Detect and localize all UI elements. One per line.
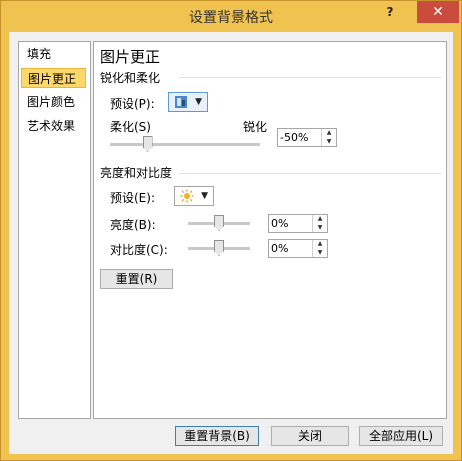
- sharpen-value-input[interactable]: [280, 130, 320, 145]
- nav-item-picture-color[interactable]: 图片颜色: [21, 92, 86, 112]
- close-button[interactable]: 关闭: [271, 426, 349, 446]
- format-background-dialog: 设置背景格式 ? ✕ 填充 图片更正 图片颜色 艺术效果 图片更正 锐化和柔化 …: [0, 0, 462, 461]
- brightness-label: 亮度(B):: [110, 218, 156, 232]
- brightness-value-spinner[interactable]: ▲ ▼: [268, 214, 328, 233]
- chevron-down-icon: ▼: [195, 97, 202, 107]
- sharpen-slider-track[interactable]: [110, 143, 260, 146]
- spinner-arrows: ▲ ▼: [321, 129, 336, 146]
- nav-item-fill[interactable]: 填充: [21, 44, 86, 64]
- spinner-arrows: ▲ ▼: [312, 240, 327, 257]
- spin-up-icon[interactable]: ▲: [313, 215, 327, 223]
- reset-button[interactable]: 重置(R): [100, 269, 173, 289]
- contrast-slider-thumb[interactable]: [214, 240, 224, 256]
- close-window-button[interactable]: ✕: [417, 1, 459, 23]
- brightness-section-divider: [179, 173, 441, 174]
- contrast-label: 对比度(C):: [110, 243, 168, 257]
- soften-label: 柔化(S): [110, 120, 151, 134]
- sharpen-slider-thumb[interactable]: [142, 136, 153, 152]
- sun-icon: [180, 189, 194, 203]
- title-bar[interactable]: 设置背景格式 ? ✕: [1, 1, 461, 31]
- brightness-slider-thumb[interactable]: [214, 215, 224, 231]
- apply-to-all-button[interactable]: 全部应用(L): [359, 426, 443, 446]
- sharpen-value-spinner[interactable]: ▲ ▼: [277, 128, 337, 147]
- category-list: 填充 图片更正 图片颜色 艺术效果: [18, 41, 91, 419]
- nav-item-artistic-effects[interactable]: 艺术效果: [21, 116, 86, 136]
- panel-title: 图片更正: [100, 48, 161, 66]
- help-button[interactable]: ?: [375, 1, 405, 23]
- nav-item-picture-corrections[interactable]: 图片更正: [21, 68, 86, 88]
- sharpen-preset-label: 预设(P):: [110, 97, 155, 111]
- spin-up-icon[interactable]: ▲: [313, 240, 327, 248]
- spin-down-icon[interactable]: ▼: [313, 249, 327, 257]
- brightness-preset-dropdown[interactable]: ▼: [174, 186, 214, 206]
- brightness-section-title: 亮度和对比度: [100, 166, 173, 180]
- brightness-preset-label: 预设(E):: [110, 191, 155, 205]
- settings-panel: 图片更正 锐化和柔化 预设(P): ▼ 柔化(S) 锐化 ▲ ▼: [93, 41, 447, 419]
- sharpen-preset-dropdown[interactable]: ▼: [168, 92, 208, 112]
- dialog-client-area: 填充 图片更正 图片颜色 艺术效果 图片更正 锐化和柔化 预设(P): ▼ 柔化…: [9, 32, 453, 454]
- sharpen-section-title: 锐化和柔化: [100, 71, 161, 85]
- spinner-arrows: ▲ ▼: [312, 215, 327, 232]
- spin-down-icon[interactable]: ▼: [322, 138, 336, 146]
- spin-up-icon[interactable]: ▲: [322, 129, 336, 137]
- spin-down-icon[interactable]: ▼: [313, 224, 327, 232]
- reset-background-button[interactable]: 重置背景(B): [175, 426, 259, 446]
- chevron-down-icon: ▼: [201, 191, 208, 201]
- sharpen-label: 锐化: [243, 120, 268, 134]
- sharpen-preset-icon: [175, 96, 187, 108]
- brightness-value-input[interactable]: [271, 216, 311, 231]
- contrast-value-input[interactable]: [271, 241, 311, 256]
- sharpen-section-divider: [179, 77, 441, 78]
- contrast-value-spinner[interactable]: ▲ ▼: [268, 239, 328, 258]
